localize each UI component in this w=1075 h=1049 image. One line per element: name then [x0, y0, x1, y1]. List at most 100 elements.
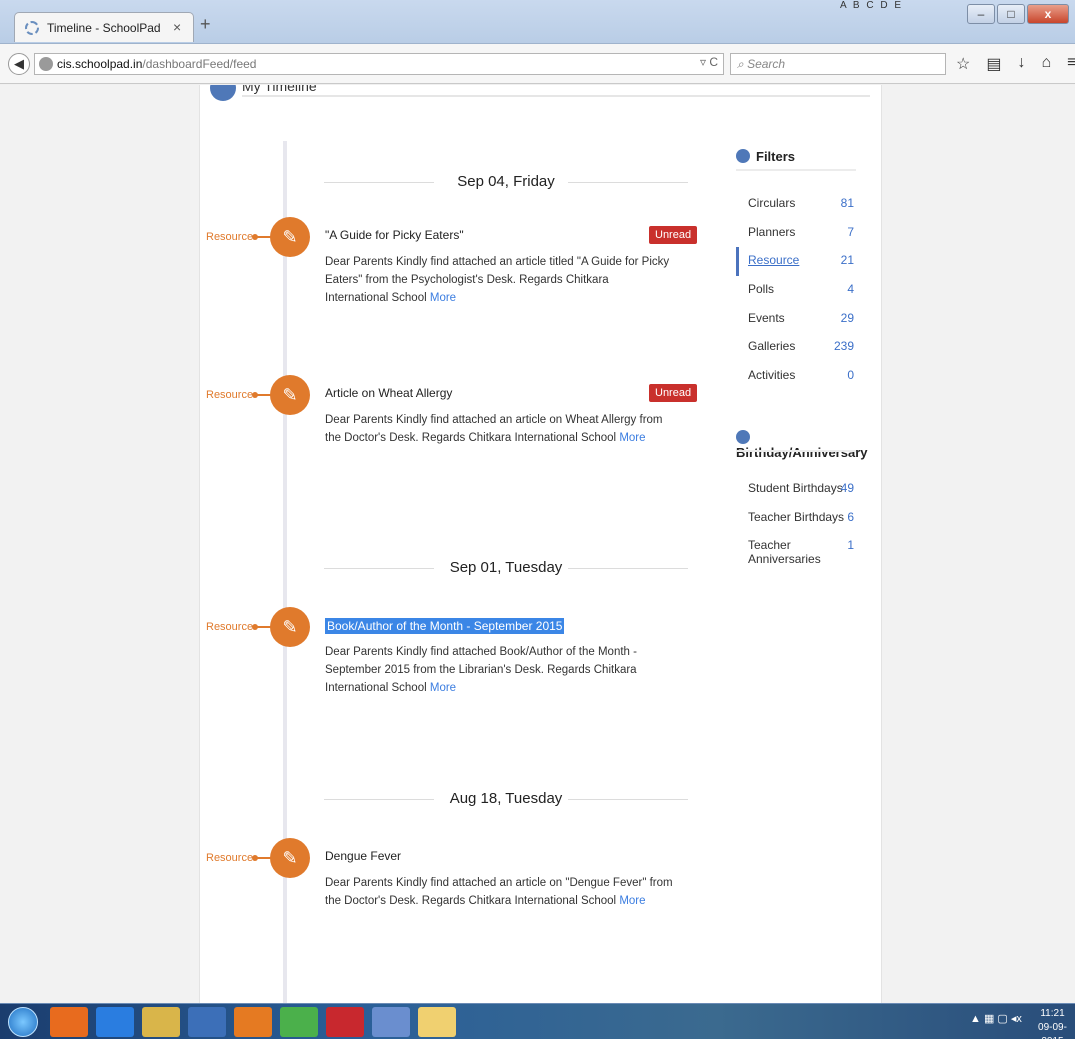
new-tab-button[interactable]: +: [200, 14, 211, 35]
bookmark-star-icon[interactable]: ☆: [956, 54, 970, 74]
filters-title: Filters: [736, 149, 795, 164]
firefox-icon[interactable]: [234, 1007, 272, 1037]
file-explorer-icon[interactable]: [142, 1007, 180, 1037]
divider: [568, 568, 688, 569]
filter-label: Galleries: [748, 339, 796, 354]
acrobat-icon[interactable]: [326, 1007, 364, 1037]
filters-label: Filters: [756, 149, 796, 164]
filters-list: Circulars 81 Planners 7 Resource 21 Polls 4 …: [736, 190, 856, 391]
paperclip-icon: ✎: [270, 838, 310, 878]
filter-item-galleries[interactable]: Galleries 239: [736, 333, 856, 362]
gift-icon: [736, 430, 750, 444]
address-bar[interactable]: cis.schoolpad.in/dashboardFeed/feed: [34, 53, 724, 75]
divider: [568, 182, 688, 183]
internet-explorer-icon[interactable]: [96, 1007, 134, 1037]
filter-item-planners[interactable]: Planners 7: [736, 219, 856, 248]
birthday-item-teacher[interactable]: Teacher Birthdays 6: [736, 504, 856, 533]
filter-item-activities[interactable]: Activities 0: [736, 362, 856, 391]
entry-type-label: Resource: [206, 621, 254, 633]
paperclip-icon: ✎: [270, 375, 310, 415]
entry-type-label: Resource: [206, 231, 254, 243]
filter-count: 239: [833, 339, 854, 354]
entry-title[interactable]: "A Guide for Picky Eaters": [325, 228, 464, 242]
back-button[interactable]: ◀: [8, 53, 30, 75]
download-icon[interactable]: ↓: [1017, 54, 1025, 74]
filter-label: Circulars: [748, 196, 796, 210]
unread-badge: Unread: [649, 226, 698, 244]
timeline-icon: [210, 85, 236, 101]
close-window-button[interactable]: x: [1027, 4, 1069, 24]
filter-count: 81: [840, 196, 854, 210]
clock[interactable]: 11:21 09-09-2015: [1030, 1007, 1075, 1049]
filter-label: Polls: [748, 282, 775, 297]
divider: [736, 450, 856, 452]
entry-title-selected[interactable]: Book/Author of the Month - September 201…: [325, 618, 565, 634]
start-button[interactable]: [8, 1007, 38, 1037]
filter-item-resource[interactable]: Resource 21: [736, 247, 856, 277]
network-icon[interactable]: [418, 1007, 456, 1037]
search-input[interactable]: ⌕ Search: [730, 53, 946, 75]
filter-count: 29: [840, 310, 854, 325]
home-icon[interactable]: ⌂: [1041, 54, 1051, 74]
filter-label: Events: [748, 310, 785, 325]
filter-count: 21: [840, 253, 854, 268]
birthday-label: Teacher Anniversaries: [748, 538, 821, 567]
entry-title[interactable]: Dengue Fever: [325, 849, 401, 863]
url-path: /dashboardFeed/feed: [142, 57, 257, 71]
date-header: Sep 01, Tuesday: [324, 559, 688, 579]
maximize-button[interactable]: □: [997, 4, 1025, 24]
birthday-title: Birthday/Anniversary: [736, 430, 881, 460]
birthday-item-student[interactable]: Student Birthdays 49: [736, 475, 856, 504]
minimize-button[interactable]: –: [967, 4, 995, 24]
media-player-icon[interactable]: [50, 1007, 88, 1037]
filter-item-polls[interactable]: Polls 4: [736, 276, 856, 305]
taskbar: ▲ ▦ ▢ ◂x 11:21 09-09-2015: [0, 1003, 1075, 1047]
filter-label: Planners: [748, 224, 796, 239]
search-icon: ⌕: [737, 57, 748, 71]
more-link[interactable]: More: [430, 292, 456, 304]
paint-icon[interactable]: [372, 1007, 410, 1037]
close-tab-icon[interactable]: ×: [173, 19, 181, 35]
tab-bar: Timeline - SchoolPad × + A B C D E – □ x: [0, 0, 1075, 44]
top-hint-text: A B C D E: [840, 0, 904, 11]
filter-item-events[interactable]: Events 29: [736, 305, 856, 334]
reading-list-icon[interactable]: ▤: [986, 54, 1001, 74]
filter-label: Activities: [748, 368, 796, 383]
birthday-label: Student Birthdays: [748, 481, 843, 495]
timeline-entry: Resource ✎ Book/Author of the Month - Se…: [200, 607, 883, 694]
paperclip-icon: ✎: [270, 607, 310, 647]
title-divider: [242, 95, 870, 97]
menu-icon[interactable]: ≡: [1067, 54, 1075, 74]
navigation-bar: ◀ cis.schoolpad.in/dashboardFeed/feed ▿ …: [0, 44, 1075, 84]
clock-time: 11:21: [1040, 1008, 1065, 1019]
browser-window: Timeline - SchoolPad × + A B C D E – □ x…: [0, 0, 1075, 1047]
reload-icon[interactable]: ▿ C: [700, 55, 718, 69]
entry-title[interactable]: Article on Wheat Allergy: [325, 386, 452, 400]
entry-body: Dear Parents Kindly find attached Book/A…: [325, 643, 675, 697]
filter-item-circulars[interactable]: Circulars 81: [736, 190, 856, 219]
entry-text: Dear Parents Kindly find attached an art…: [325, 256, 670, 304]
site-identity-icon[interactable]: [39, 57, 53, 71]
birthday-count: 1: [847, 538, 854, 553]
entry-text: Dear Parents Kindly find attached Book/A…: [325, 646, 637, 694]
more-link[interactable]: More: [430, 682, 456, 694]
entry-text: Dear Parents Kindly find attached an art…: [325, 414, 663, 444]
filter-count: 0: [847, 368, 854, 383]
browser-tab[interactable]: Timeline - SchoolPad ×: [14, 12, 194, 42]
word-icon[interactable]: [188, 1007, 226, 1037]
paperclip-icon: ✎: [270, 217, 310, 257]
divider: [568, 799, 688, 800]
window-controls: – □ x: [967, 4, 1069, 24]
search-placeholder: Search: [747, 57, 786, 71]
birthday-label: Birthday/Anniversary: [736, 445, 868, 460]
anniversary-item-teacher[interactable]: Teacher Anniversaries 1: [736, 532, 856, 566]
more-link[interactable]: More: [619, 895, 645, 907]
filter-label: Resource: [748, 253, 800, 268]
chrome-icon[interactable]: [280, 1007, 318, 1037]
system-tray[interactable]: ▲ ▦ ▢ ◂x: [970, 1012, 1022, 1025]
tab-title: Timeline - SchoolPad: [47, 21, 161, 35]
timeline-entry: Resource ✎ Dengue Fever Dear Parents Kin…: [200, 838, 883, 918]
more-link[interactable]: More: [619, 432, 645, 444]
filter-count: 4: [847, 282, 854, 297]
filter-count: 7: [847, 224, 854, 239]
